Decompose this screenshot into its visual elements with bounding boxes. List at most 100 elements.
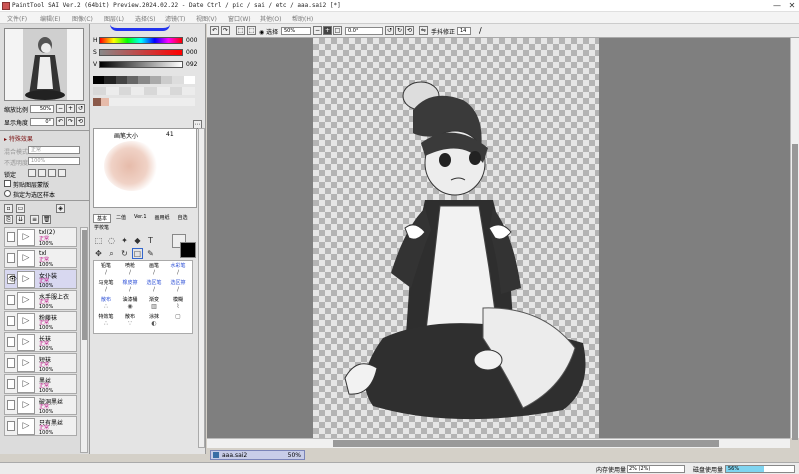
swatch[interactable] <box>131 87 144 95</box>
tab-paper[interactable]: 画用纸 <box>152 214 173 223</box>
zoom-reset-button[interactable]: ↺ <box>76 104 85 113</box>
mid-panel-scrollbar[interactable] <box>198 128 205 448</box>
saturation-slider[interactable] <box>99 49 183 56</box>
tab-custom[interactable]: 自选 <box>175 214 191 223</box>
value-value[interactable]: 092 <box>186 61 197 68</box>
scratchpad[interactable]: 画笔大小 41 <box>93 128 197 208</box>
hue-value[interactable]: 000 <box>186 37 197 44</box>
visibility-toggle[interactable] <box>7 358 15 368</box>
layer-row[interactable]: ▷ 只有黑丝 正常 100% <box>4 416 77 436</box>
lock-paint-icon[interactable] <box>38 169 46 177</box>
swatch[interactable] <box>183 76 195 84</box>
swatch[interactable] <box>101 98 109 106</box>
foreground-color-swatch[interactable] <box>180 242 196 258</box>
rotate-icon[interactable]: ↻ <box>119 248 130 259</box>
brush-watercolor[interactable]: 水彩笔 ∕ <box>166 262 190 276</box>
rect-select-icon[interactable]: ⬚ <box>93 235 104 246</box>
hand-icon[interactable]: ☐ <box>132 248 143 259</box>
rotate-right-button[interactable]: ↷ <box>66 117 75 126</box>
layer-row[interactable]: ▷ 短袜 正常 100% <box>4 353 77 373</box>
swatch-row[interactable] <box>93 76 195 84</box>
folder-expand-icon[interactable]: ▷ <box>17 355 35 372</box>
redo-icon[interactable]: ↷ <box>221 26 230 35</box>
layer-row[interactable]: ▷ txl(2) 正常 100% <box>4 227 77 247</box>
swatch[interactable] <box>182 87 195 95</box>
vscroll-thumb[interactable] <box>792 144 798 440</box>
folder-expand-icon[interactable]: ▷ <box>17 271 35 288</box>
swatch[interactable] <box>93 87 106 95</box>
select-source-radio[interactable] <box>4 190 11 197</box>
folder-expand-icon[interactable]: ▷ <box>17 250 35 267</box>
merge-layer-icon[interactable]: ⇊ <box>16 215 25 224</box>
visibility-toggle[interactable] <box>7 316 15 326</box>
swatch[interactable] <box>104 76 116 84</box>
brush-empty-slot[interactable]: ▢ <box>166 313 190 327</box>
delete-layer-icon[interactable]: 🗑 <box>42 215 51 224</box>
brush-smudge[interactable]: 涂抹 ◐ <box>142 313 166 327</box>
hscroll-thumb[interactable] <box>333 440 719 447</box>
lock-move-icon[interactable] <box>48 169 56 177</box>
rotate-left-button[interactable]: ↶ <box>56 117 65 126</box>
copy-layer-icon[interactable]: ⎘ <box>4 215 13 224</box>
brush-size-value[interactable]: 41 <box>166 131 174 138</box>
zoom-in-icon[interactable]: + <box>323 26 332 35</box>
zoom-icon[interactable]: ⌕ <box>106 248 117 259</box>
eyedropper-icon[interactable]: ✎ <box>145 248 156 259</box>
blend-mode-select[interactable]: 正常 <box>28 146 80 154</box>
brush-blur[interactable]: 模糊 ⌇ <box>166 296 190 310</box>
layer-row[interactable]: ▷ 水手服上衣 正常 100% <box>4 290 77 310</box>
undo-icon[interactable]: ↶ <box>210 26 219 35</box>
drawing-canvas[interactable] <box>313 38 599 438</box>
menu-edit[interactable]: 编辑(E) <box>40 14 60 23</box>
lasso-icon[interactable]: ◌ <box>106 235 117 246</box>
folder-expand-icon[interactable]: ▷ <box>17 292 35 309</box>
menu-file[interactable]: 文件(F) <box>7 14 27 23</box>
tab-basic[interactable]: 基本 <box>93 214 112 223</box>
menu-image[interactable]: 图像(C) <box>72 14 93 23</box>
tab-school-pen[interactable]: 学校笔 <box>94 224 109 231</box>
swatch-row-3[interactable] <box>93 98 195 106</box>
visibility-toggle[interactable] <box>7 379 15 389</box>
visibility-toggle[interactable]: 👁 <box>7 274 17 284</box>
zoom-out-button[interactable]: − <box>56 104 65 113</box>
swatch[interactable] <box>149 76 161 84</box>
brush-select-pen[interactable]: 选区笔 ∕ <box>142 279 166 293</box>
menu-view[interactable]: 视图(V) <box>196 14 217 23</box>
move-icon[interactable]: ✥ <box>93 248 104 259</box>
menu-other[interactable]: 其他(O) <box>260 14 281 23</box>
lock-all-icon[interactable] <box>58 169 66 177</box>
folder-expand-icon[interactable]: ▷ <box>17 313 35 330</box>
layer-row[interactable]: ▷ 黑丝 正常 100% <box>4 374 77 394</box>
layer-row[interactable]: ▷ 长袜 正常 100% <box>4 332 77 352</box>
layer-row[interactable]: ▷ txl 正常 100% <box>4 248 77 268</box>
effects-header[interactable]: ▸ 特殊效果 <box>4 134 33 143</box>
close-button[interactable]: ✕ <box>787 1 797 11</box>
hue-slider[interactable] <box>99 37 183 44</box>
swatch[interactable] <box>93 76 105 84</box>
zoom-out-icon[interactable]: − <box>313 26 322 35</box>
shape-icon[interactable]: ◆ <box>132 235 143 246</box>
invert-select-icon[interactable]: ⬚ <box>247 26 256 35</box>
visibility-toggle[interactable] <box>7 253 15 263</box>
brush-marker[interactable]: 马克笔 ∕ <box>94 279 118 293</box>
swatch[interactable] <box>126 76 139 84</box>
swatch-empty[interactable] <box>109 98 195 106</box>
zoom-fit-icon[interactable]: □ <box>333 26 342 35</box>
select-toggle[interactable]: ◉ 选择 <box>259 27 278 36</box>
rotate-reset-button[interactable]: ⟲ <box>76 117 85 126</box>
rotate-reset-icon[interactable]: ⟲ <box>405 26 414 35</box>
scrollbar-thumb[interactable] <box>82 230 87 340</box>
new-layer-icon[interactable]: ▫ <box>4 204 13 213</box>
document-tab[interactable]: aaa.sai2 50% <box>210 450 305 460</box>
brush-effect[interactable]: 特效笔 ∴ <box>94 313 118 327</box>
visibility-toggle[interactable] <box>7 232 15 242</box>
menu-select[interactable]: 选择(S) <box>135 14 156 23</box>
saturation-value[interactable]: 000 <box>186 49 197 56</box>
swatch[interactable] <box>118 87 132 95</box>
brush-eraser[interactable]: 橡皮擦 ∕ <box>118 279 142 293</box>
layer-list-scrollbar[interactable] <box>80 227 88 453</box>
visibility-toggle[interactable] <box>7 400 15 410</box>
swatch[interactable] <box>160 76 173 84</box>
zoom-field[interactable]: 50% <box>30 105 54 113</box>
menu-filter[interactable]: 滤镜(T) <box>165 14 185 23</box>
